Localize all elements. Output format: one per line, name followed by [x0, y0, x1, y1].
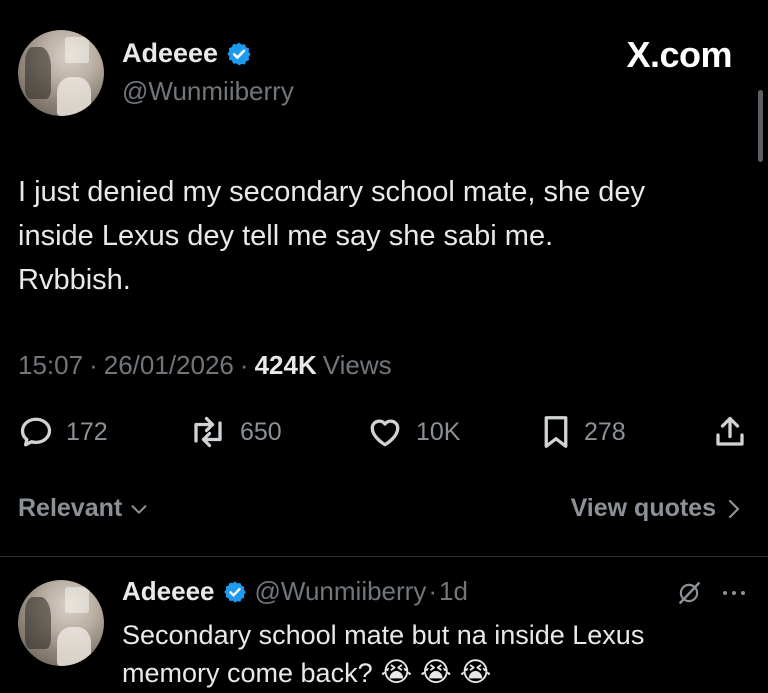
repost-button[interactable]: 650 — [188, 414, 282, 450]
reply-text-line: Secondary school mate but na inside Lexu… — [122, 620, 645, 650]
repost-icon — [194, 416, 222, 448]
reply-count: 172 — [66, 417, 108, 446]
crying-emoji-icon: 😭 — [380, 657, 413, 688]
heart-icon — [370, 419, 400, 447]
like-count: 10K — [416, 417, 461, 446]
repost-count: 650 — [240, 417, 282, 446]
meta-separator: · — [428, 576, 438, 606]
bookmark-icon — [544, 416, 568, 448]
reply-text-line: memory come back? — [122, 658, 373, 688]
scrollbar[interactable] — [758, 90, 763, 162]
reply-text-line-2: memory come back? 😭 😭 😭 — [122, 654, 644, 692]
chevron-right-icon — [728, 499, 740, 518]
share-icon — [716, 416, 744, 446]
reply-header: Adeeee @Wunmiiberry · 1d — [122, 576, 468, 607]
reply-icon — [20, 417, 52, 447]
divider — [0, 556, 768, 557]
author-name-row: Adeeee — [122, 38, 252, 69]
source-label: X.com — [626, 34, 732, 75]
reply-author-handle[interactable]: @Wunmiiberry — [255, 576, 427, 607]
meta-separator: · — [239, 350, 249, 380]
tweet-time[interactable]: 15:07 — [18, 350, 83, 381]
chevron-down-icon — [131, 504, 147, 514]
views-label: Views — [322, 350, 392, 380]
sort-label: Relevant — [18, 494, 123, 522]
tweet-text-line: Rvbbish. — [18, 264, 131, 296]
sort-dropdown[interactable]: Relevant — [18, 494, 150, 523]
verified-badge-icon — [223, 580, 247, 604]
reply-author-avatar[interactable] — [18, 580, 104, 666]
bookmark-button[interactable]: 278 — [540, 414, 626, 450]
views-count: 424K — [254, 350, 317, 380]
like-button[interactable]: 10K — [366, 414, 460, 450]
tweet-meta: 15:07 · 26/01/2026 · 424K Views — [18, 350, 392, 381]
view-quotes-link[interactable]: View quotes — [571, 494, 744, 523]
grok-icon[interactable] — [676, 580, 702, 611]
crying-emoji-icon: 😭 — [420, 657, 452, 688]
crying-emoji-icon: 😭 — [459, 657, 492, 688]
share-button[interactable] — [712, 414, 748, 450]
tweet-text-line: inside Lexus dey tell me say she sabi me… — [18, 220, 554, 252]
tweet-text-line: I just denied my secondary school mate, … — [18, 176, 646, 208]
view-quotes-label: View quotes — [570, 494, 716, 522]
tweet-text: I just denied my secondary school mate, … — [18, 170, 645, 302]
reply-button[interactable]: 172 — [18, 414, 108, 450]
more-options-icon[interactable] — [720, 580, 748, 611]
reply-age[interactable]: 1d — [439, 576, 468, 607]
meta-separator: · — [89, 350, 98, 380]
author-avatar[interactable] — [18, 30, 104, 116]
tweet-date[interactable]: 26/01/2026 — [104, 350, 234, 381]
author-handle[interactable]: @Wunmiiberry — [122, 76, 294, 107]
bookmark-count: 278 — [584, 417, 626, 446]
reply-author-name[interactable]: Adeeee — [122, 576, 215, 607]
verified-badge-icon — [226, 41, 252, 67]
author-name[interactable]: Adeeee — [122, 38, 218, 69]
reply-text: Secondary school mate but na inside Lexu… — [122, 616, 644, 692]
